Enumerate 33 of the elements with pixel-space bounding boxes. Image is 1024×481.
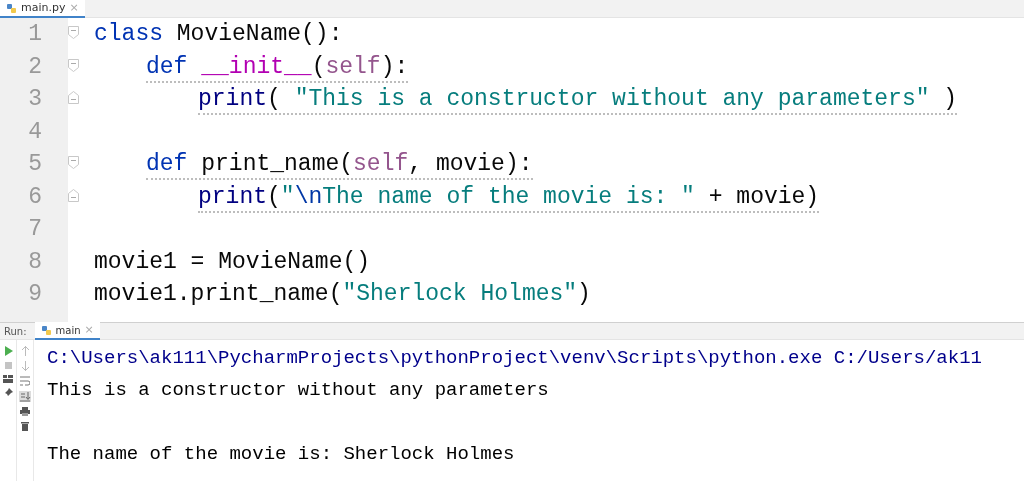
run-label: Run: — [4, 324, 27, 339]
scroll-to-end-icon[interactable] — [19, 391, 31, 402]
command-line: C:\Users\ak111\PycharmProjects\pythonProject\venv\Scripts\python.exe C:/Users/ak11 — [47, 347, 982, 369]
code-line: class MovieName(): — [94, 21, 343, 49]
line-number: 9 — [27, 280, 43, 309]
python-file-icon — [40, 324, 52, 336]
line-number: 3 — [27, 85, 43, 114]
output-line: The name of the movie is: Sherlock Holmes — [47, 443, 515, 465]
line-number: 6 — [27, 182, 43, 212]
code-line: def __init__(self): — [146, 53, 409, 83]
run-tab[interactable]: main × — [34, 322, 100, 340]
stop-icon[interactable] — [3, 361, 13, 370]
line-number: 4 — [27, 117, 43, 147]
code-line: movie1 = MovieName() — [94, 248, 371, 277]
output-line: This is a constructor without any parameters — [47, 379, 549, 401]
line-number: 1 — [27, 20, 43, 49]
code-line: def print_name(self, movie): — [146, 151, 533, 180]
line-number: 8 — [27, 247, 43, 277]
play-icon[interactable] — [3, 346, 13, 356]
line-number: 7 — [27, 215, 43, 244]
up-arrow-icon[interactable] — [20, 346, 30, 356]
line-number: 5 — [27, 150, 43, 179]
layout-icon[interactable] — [3, 375, 13, 383]
code-line: movie1.print_name("Sherlock Holmes") — [94, 281, 591, 309]
file-tab[interactable]: main.py × — [0, 0, 85, 18]
soft-wrap-icon[interactable] — [20, 376, 30, 386]
code-line: print( "This is a constructor without any parameters" ) — [198, 86, 958, 115]
code-line: print("\nThe name of the movie is: " + movie) — [198, 183, 820, 213]
print-icon[interactable] — [20, 407, 30, 416]
trash-icon[interactable] — [21, 421, 29, 431]
python-file-icon — [6, 2, 17, 14]
down-arrow-icon[interactable] — [20, 361, 30, 371]
line-number: 2 — [27, 52, 43, 82]
